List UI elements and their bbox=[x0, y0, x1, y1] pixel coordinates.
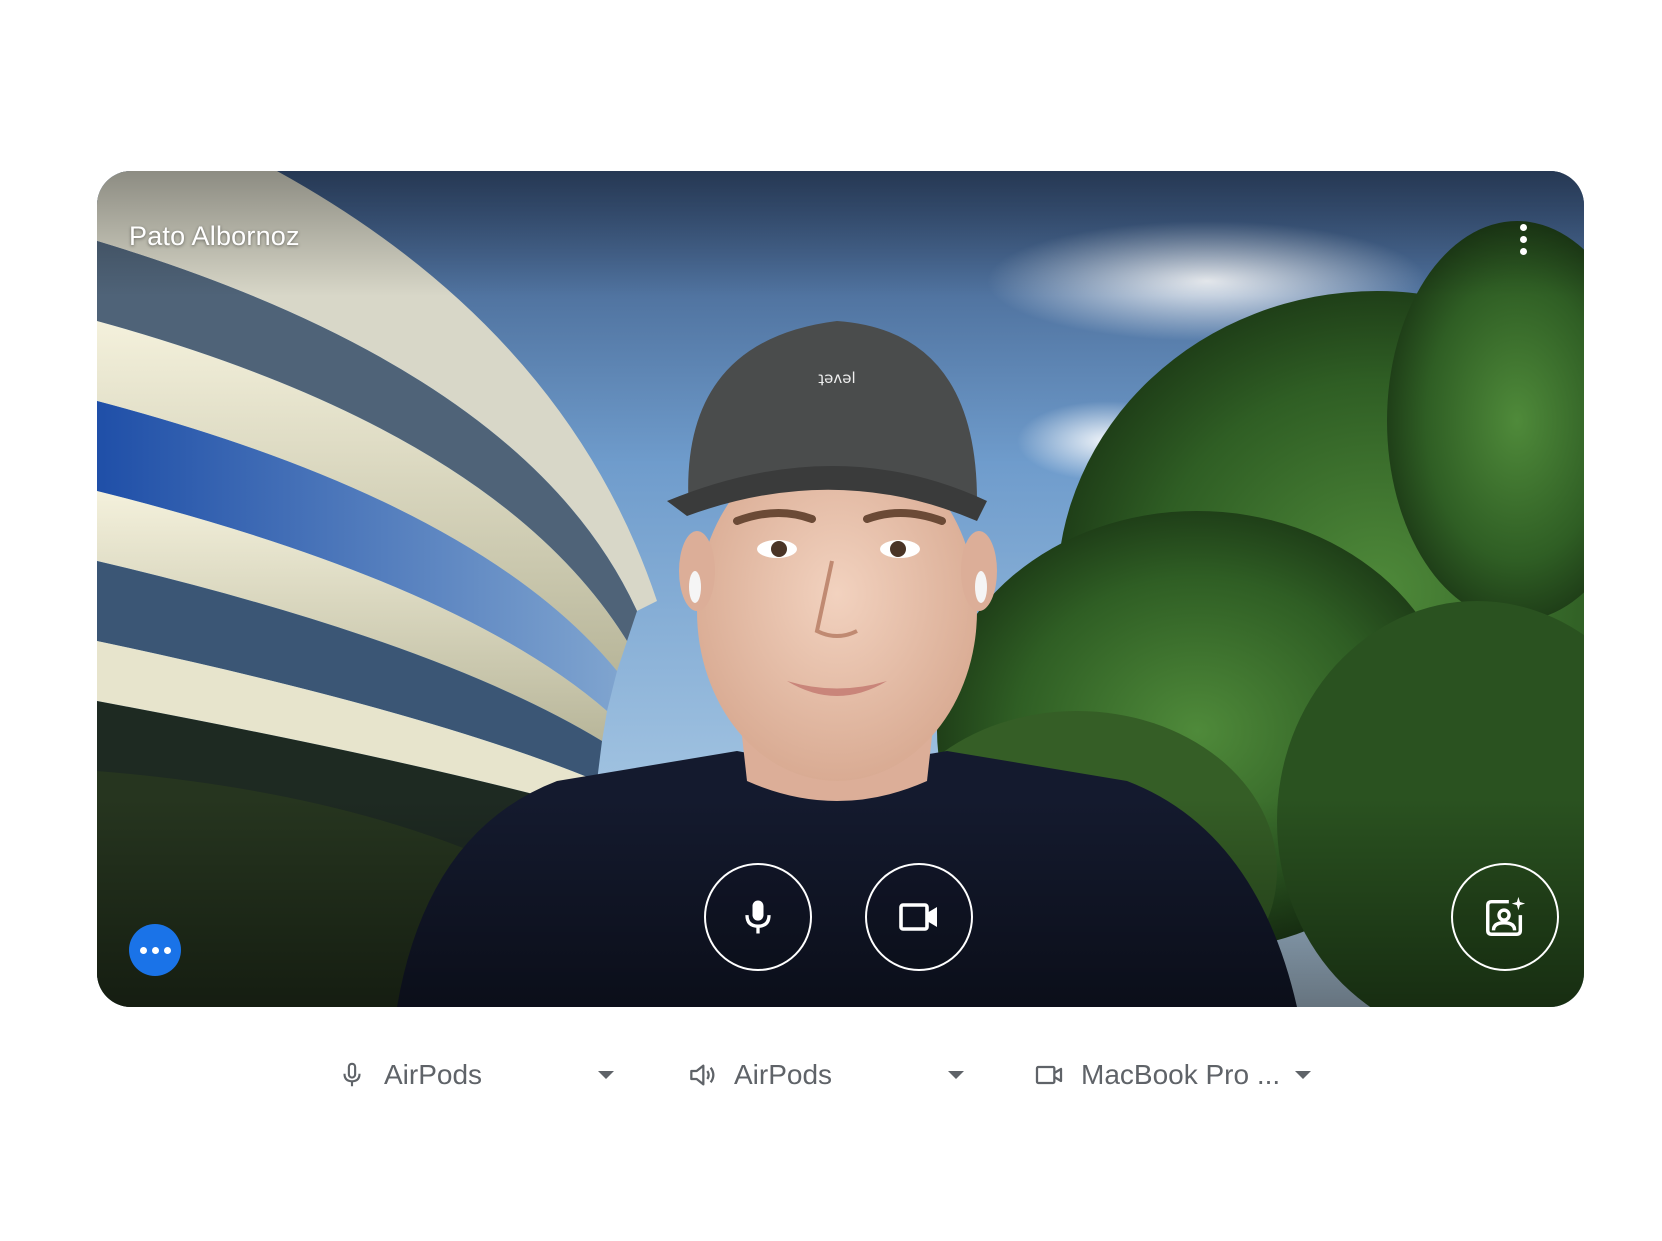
microphone-icon bbox=[745, 900, 771, 934]
participant-name: Pato Albornoz bbox=[129, 221, 300, 251]
speaker-icon bbox=[684, 1057, 720, 1093]
video-feed: ʇǝʌǝl bbox=[97, 171, 1584, 1007]
speaker-select-label: AirPods bbox=[734, 1059, 833, 1090]
microphone-icon bbox=[334, 1057, 370, 1093]
more-horiz-icon bbox=[139, 946, 147, 954]
visual-effects-button[interactable] bbox=[1451, 863, 1559, 971]
microphone-select[interactable]: AirPods bbox=[334, 1050, 624, 1100]
visual-effects-icon bbox=[1486, 896, 1526, 936]
camera-preview: ʇǝʌǝl Pato Albornoz bbox=[97, 171, 1584, 1007]
more-options-button[interactable] bbox=[1506, 219, 1540, 259]
speaker-select[interactable]: AirPods bbox=[684, 1050, 974, 1100]
chevron-down-icon bbox=[598, 1071, 614, 1079]
more-vert-icon bbox=[1519, 223, 1527, 231]
chevron-down-icon bbox=[948, 1071, 964, 1079]
more-actions-button[interactable] bbox=[129, 924, 181, 976]
toggle-camera-button[interactable] bbox=[865, 863, 973, 971]
meeting-setup: ʇǝʌǝl Pato Albornoz bbox=[0, 0, 1662, 1241]
camera-select-label: MacBook Pro ... bbox=[1081, 1059, 1281, 1090]
toggle-microphone-button[interactable] bbox=[704, 863, 812, 971]
chevron-down-icon bbox=[1295, 1071, 1311, 1079]
videocam-icon bbox=[1031, 1057, 1067, 1093]
device-selector-bar: AirPods AirPods MacBook Pro ... bbox=[0, 1050, 1662, 1100]
microphone-select-label: AirPods bbox=[384, 1059, 483, 1090]
camera-select[interactable]: MacBook Pro ... bbox=[1031, 1050, 1321, 1100]
videocam-icon bbox=[899, 903, 937, 931]
